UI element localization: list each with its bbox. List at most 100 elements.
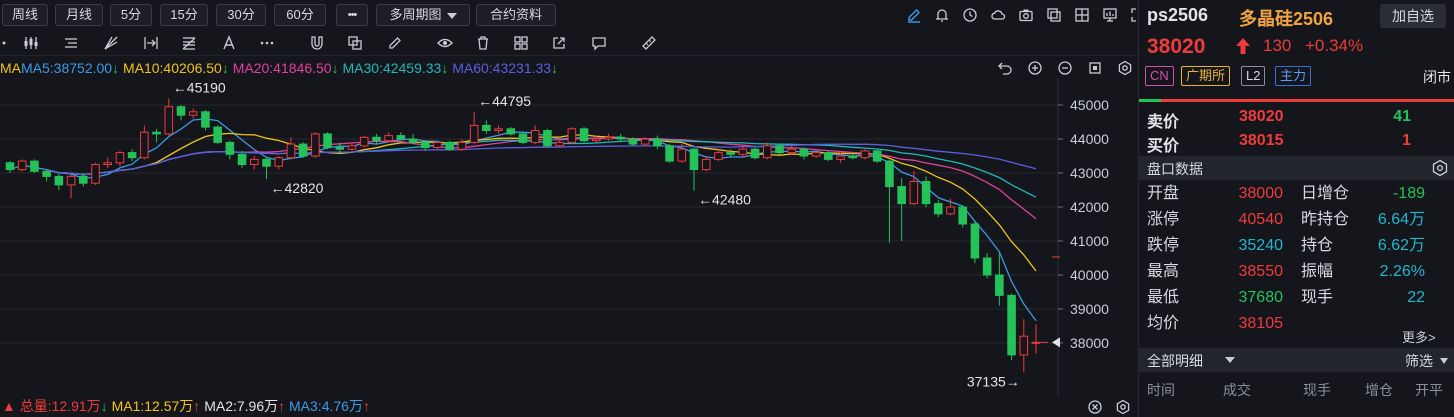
crop-icon[interactable] <box>1086 59 1104 77</box>
candle-body <box>567 128 577 143</box>
zoom-in-icon[interactable] <box>1026 59 1044 77</box>
candle <box>750 147 760 160</box>
candle <box>970 222 980 264</box>
trade-detail-columns: 时间 成交 现手 增仓 开平 <box>1139 380 1454 400</box>
trade-detail-dropdown[interactable]: 全部明细 <box>1147 351 1203 371</box>
period-week-button[interactable]: 周线 <box>2 4 48 26</box>
quote-value: 22 <box>1407 289 1425 306</box>
ma2-up-arrow-icon: ↑ <box>278 398 286 414</box>
period-5min-button[interactable]: 5分 <box>110 4 152 26</box>
candle-body <box>311 133 320 157</box>
candle-body <box>408 138 418 143</box>
candle <box>372 133 381 145</box>
clock-icon[interactable] <box>961 6 979 24</box>
candle <box>958 205 968 228</box>
candle-body <box>54 175 64 186</box>
candle-body <box>1007 294 1016 356</box>
ruler-icon[interactable] <box>640 34 658 52</box>
candle-body <box>1031 341 1041 344</box>
quote-key: 最高 <box>1147 263 1180 280</box>
candle <box>701 156 711 172</box>
candle <box>433 140 442 150</box>
multi-period-dropdown[interactable]: 多周期图 <box>376 4 470 26</box>
candle <box>408 133 418 145</box>
monitor-chart-icon[interactable] <box>1101 6 1119 24</box>
bid-price: 38015 <box>1239 132 1284 149</box>
magnet-icon[interactable] <box>308 34 326 52</box>
candle <box>66 174 76 199</box>
volume-total: 总量:12.91万 <box>19 398 101 414</box>
period-15min-button[interactable]: 15分 <box>160 4 208 26</box>
candle-body <box>140 131 149 159</box>
candle-body <box>811 152 821 157</box>
comment-icon[interactable] <box>590 34 608 52</box>
candle-body <box>555 141 564 147</box>
fibonacci-icon[interactable] <box>180 34 198 52</box>
ma60-value: MA60:43231.33 <box>452 60 552 76</box>
grid-layout-icon[interactable] <box>1073 6 1091 24</box>
fan-lines-icon[interactable] <box>102 34 120 52</box>
layers-icon[interactable] <box>346 34 364 52</box>
volume-settings-gear-icon[interactable] <box>1114 398 1132 416</box>
cloud-icon[interactable] <box>989 6 1007 24</box>
chevron-down-icon[interactable] <box>1225 357 1235 363</box>
dot-cursor-icon[interactable] <box>0 34 18 52</box>
ma60-down-arrow-icon: ↓ <box>551 60 559 76</box>
filter-button[interactable]: 筛选 <box>1405 351 1433 371</box>
measure-range-icon[interactable] <box>142 34 160 52</box>
text-tool-icon[interactable] <box>220 34 238 52</box>
close-circle-icon[interactable] <box>1086 398 1104 416</box>
camera-icon[interactable] <box>1017 6 1035 24</box>
ma5-value: MA5:38752.00 <box>21 60 113 76</box>
period-30min-button[interactable]: 30分 <box>216 4 266 26</box>
ma-title: MA <box>0 60 21 76</box>
quote-row: 跌停 35240 持仓 6.62万 <box>1139 234 1454 258</box>
quote-value: 6.62万 <box>1377 237 1425 254</box>
eye-icon[interactable] <box>436 34 454 52</box>
quote-row: 最低 37680 现手 22 <box>1139 286 1454 310</box>
candle-body <box>897 186 906 205</box>
candlestick-chart[interactable]: 45000 44000 43000 42000 41000 40000 39000 38000… <box>0 78 1137 396</box>
candle <box>237 150 247 168</box>
more-periods-button[interactable]: ••• <box>336 4 368 26</box>
period-month-button[interactable]: 月线 <box>55 4 103 26</box>
copy-icon[interactable] <box>1045 6 1063 24</box>
candle-body <box>359 136 369 147</box>
horizontal-lines-icon[interactable] <box>62 34 80 52</box>
chart-gridlines <box>0 78 1059 396</box>
moving-average-lines <box>9 118 1037 322</box>
candle <box>152 128 161 143</box>
candle-body <box>1019 335 1029 356</box>
settings-gear-icon[interactable] <box>1116 59 1134 77</box>
candle-tool-icon[interactable] <box>22 34 40 52</box>
candle <box>164 98 174 136</box>
candle <box>201 110 210 131</box>
quote-settings-gear-icon[interactable] <box>1431 159 1449 180</box>
brush-icon[interactable] <box>386 34 404 52</box>
period-60min-button[interactable]: 60分 <box>274 4 326 26</box>
candle <box>482 120 491 134</box>
candle-body <box>701 158 711 171</box>
pen-edit-icon[interactable] <box>905 6 923 24</box>
bell-icon[interactable] <box>933 6 951 24</box>
more-tools-icon[interactable] <box>258 34 276 52</box>
more-link[interactable]: 更多> <box>1402 327 1436 346</box>
zoom-out-icon[interactable] <box>1056 59 1074 77</box>
candle-body <box>298 143 308 157</box>
undo-icon[interactable] <box>996 59 1014 77</box>
candle-body <box>689 148 699 171</box>
candle <box>176 105 186 121</box>
candle-body <box>640 138 650 145</box>
contract-info-button[interactable]: 合约资料 <box>476 4 556 26</box>
candle-body <box>750 148 760 159</box>
candle-body <box>799 148 809 157</box>
trash-icon[interactable] <box>474 34 492 52</box>
chevron-down-icon <box>446 12 457 19</box>
candle <box>530 125 540 145</box>
add-watchlist-button[interactable]: 加自选 <box>1380 4 1446 28</box>
candle <box>689 147 699 191</box>
share-icon[interactable] <box>550 34 568 52</box>
template-grid-icon[interactable] <box>512 34 530 52</box>
candle-body <box>274 157 284 167</box>
filter-caret-icon[interactable] <box>1439 354 1449 369</box>
